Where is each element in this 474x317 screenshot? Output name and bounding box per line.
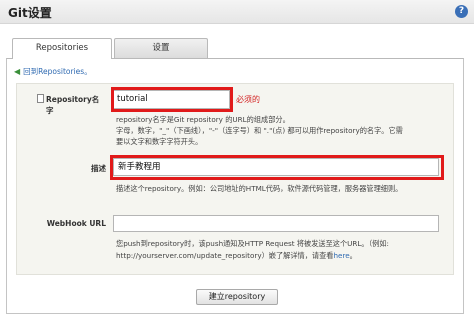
back-link[interactable]: ◀ 回到Repositories。	[14, 66, 92, 77]
repository-name-input[interactable]: tutorial	[112, 90, 230, 109]
description-hint: 描述这个repository。例如：公司地址的HTML代码，软件源代码管理，服务…	[116, 184, 403, 193]
title-bar: Git设置 ?	[0, 0, 474, 24]
document-icon	[37, 94, 44, 103]
create-repository-button[interactable]: 建立repository	[196, 289, 278, 305]
repository-name-label: Repository名字	[46, 95, 100, 115]
repository-name-hint-3: 要以文字和数字字符开头。	[116, 137, 203, 146]
tab-repositories[interactable]: Repositories	[12, 38, 112, 59]
repository-name-hint-2: 字母，数字，"_"（下画线），"-"（连字号）和 "."(点) 都可以用作rep…	[116, 126, 403, 135]
webhook-help-link[interactable]: here	[333, 251, 349, 260]
webhook-hint-2-text: http://yourserver.com/update_repository）…	[116, 251, 334, 260]
webhook-hint-2: http://yourserver.com/update_repository）…	[116, 250, 357, 261]
required-text: 必须的	[236, 95, 260, 104]
description-label: 描述	[91, 164, 106, 173]
webhook-label: WebHook URL	[46, 219, 106, 228]
repository-name-hint-1: repository名字是Git repository 的URL的组成部分。	[116, 115, 290, 124]
window-title: Git设置	[8, 6, 52, 20]
webhook-hint-2-end: 。	[349, 251, 357, 260]
description-input[interactable]: 新手教程用	[113, 158, 439, 176]
webhook-hint-1: 您push到repository时，该push通知及HTTP Request 将…	[116, 239, 389, 248]
webhook-url-input[interactable]	[113, 215, 439, 232]
back-link-label: 回到Repositories。	[23, 67, 92, 76]
tab-settings[interactable]: 设置	[114, 38, 208, 58]
help-icon[interactable]: ?	[455, 5, 468, 18]
back-arrow-icon: ◀	[14, 67, 21, 76]
